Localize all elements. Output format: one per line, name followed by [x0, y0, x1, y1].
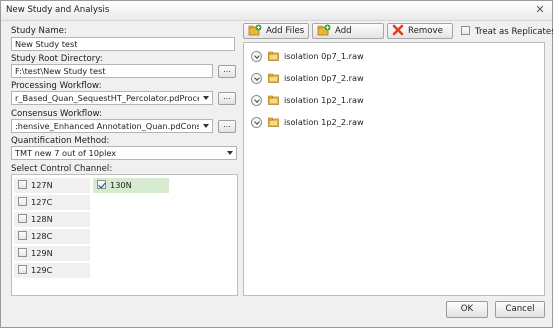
control-channel-panel: 127N 130N 127C 128N 128C 129N 129C: [11, 174, 238, 296]
channel-label: 128N: [31, 214, 53, 224]
add-files-label: Add Files: [266, 26, 305, 36]
channel-128n[interactable]: 128N: [14, 212, 90, 227]
checkbox-icon[interactable]: [18, 265, 27, 274]
chevron-down-icon[interactable]: [251, 73, 262, 84]
channel-label: 128C: [31, 231, 53, 241]
channel-label: 129N: [31, 248, 53, 258]
folder-icon: [268, 51, 279, 61]
file-name: isolation 0p7_1.raw: [284, 51, 364, 61]
control-channel-label: Select Control Channel:: [11, 164, 113, 174]
file-list-panel: isolation 0p7_1.raw isolation 0p7_2.raw …: [243, 42, 545, 296]
processing-select[interactable]: r_Based_Quan_SequestHT_Percolator.pdProc…: [11, 91, 213, 105]
add-files-icon: [248, 24, 262, 41]
cancel-button[interactable]: Cancel: [495, 301, 545, 318]
remove-x-icon: [392, 24, 404, 41]
consensus-label: Consensus Workflow:: [11, 109, 102, 119]
channel-127c[interactable]: 127C: [14, 195, 90, 210]
dropdown-arrow-icon: [203, 96, 209, 100]
study-name-input[interactable]: New Study test: [11, 37, 235, 51]
study-name-label: Study Name:: [11, 26, 67, 36]
folder-icon: [268, 73, 279, 83]
processing-browse-button[interactable]: ...: [218, 92, 236, 105]
channel-label: 127C: [31, 197, 53, 207]
channel-label: 127N: [31, 180, 53, 190]
add-fractions-button[interactable]: Add Fractions: [312, 23, 384, 53]
dropdown-arrow-icon: [227, 151, 233, 155]
close-icon[interactable]: ✕: [535, 4, 545, 15]
treat-as-replicates-label: Treat as Replicates: [475, 27, 553, 37]
file-name: isolation 1p2_1.raw: [284, 95, 364, 105]
add-fractions-icon: [317, 24, 331, 41]
folder-icon: [268, 95, 279, 105]
channel-130n[interactable]: 130N: [93, 178, 169, 193]
channel-127n[interactable]: 127N: [14, 178, 90, 193]
processing-label: Processing Workflow:: [11, 81, 102, 91]
remove-button[interactable]: Remove: [387, 23, 453, 39]
root-dir-browse-button[interactable]: ...: [218, 65, 236, 78]
root-dir-label: Study Root Directory:: [11, 54, 103, 64]
add-files-button[interactable]: Add Files: [243, 23, 309, 39]
file-name: isolation 0p7_2.raw: [284, 73, 364, 83]
file-name: isolation 1p2_2.raw: [284, 117, 364, 127]
channel-label: 130N: [110, 180, 132, 190]
quant-method-value: TMT new 7 out of 10plex: [15, 148, 117, 158]
consensus-select[interactable]: :hensive_Enhanced Annotation_Quan.pdCons…: [11, 119, 213, 133]
dropdown-arrow-icon: [203, 124, 209, 128]
checkbox-icon[interactable]: [18, 248, 27, 257]
treat-as-replicates-option[interactable]: Treat as Replicates: [461, 26, 553, 38]
checkbox-icon[interactable]: [18, 231, 27, 240]
channel-129n[interactable]: 129N: [14, 246, 90, 261]
checkbox-checked-icon[interactable]: [97, 180, 106, 189]
checkbox-icon[interactable]: [18, 197, 27, 206]
consensus-browse-button[interactable]: ...: [218, 120, 236, 133]
window-title: New Study and Analysis: [6, 5, 110, 15]
channel-128c[interactable]: 128C: [14, 229, 90, 244]
chevron-down-icon[interactable]: [251, 117, 262, 128]
consensus-value: :hensive_Enhanced Annotation_Quan.pdCons…: [15, 121, 199, 131]
chevron-down-icon[interactable]: [251, 51, 262, 62]
title-bar: New Study and Analysis ✕: [1, 1, 552, 21]
checkbox-icon[interactable]: [461, 26, 470, 35]
processing-value: r_Based_Quan_SequestHT_Percolator.pdProc…: [15, 93, 199, 103]
ok-button[interactable]: OK: [446, 301, 488, 318]
checkbox-icon[interactable]: [18, 180, 27, 189]
chevron-down-icon[interactable]: [251, 95, 262, 106]
remove-label: Remove: [408, 26, 443, 36]
quant-method-select[interactable]: TMT new 7 out of 10plex: [11, 146, 237, 160]
channel-129c[interactable]: 129C: [14, 263, 90, 278]
root-dir-input[interactable]: F:\test\New Study test: [11, 64, 213, 78]
quant-label: Quantification Method:: [11, 136, 110, 146]
checkbox-icon[interactable]: [18, 214, 27, 223]
folder-icon: [268, 117, 279, 127]
channel-label: 129C: [31, 265, 53, 275]
new-study-dialog: New Study and Analysis ✕ Study Name: New…: [0, 0, 553, 328]
